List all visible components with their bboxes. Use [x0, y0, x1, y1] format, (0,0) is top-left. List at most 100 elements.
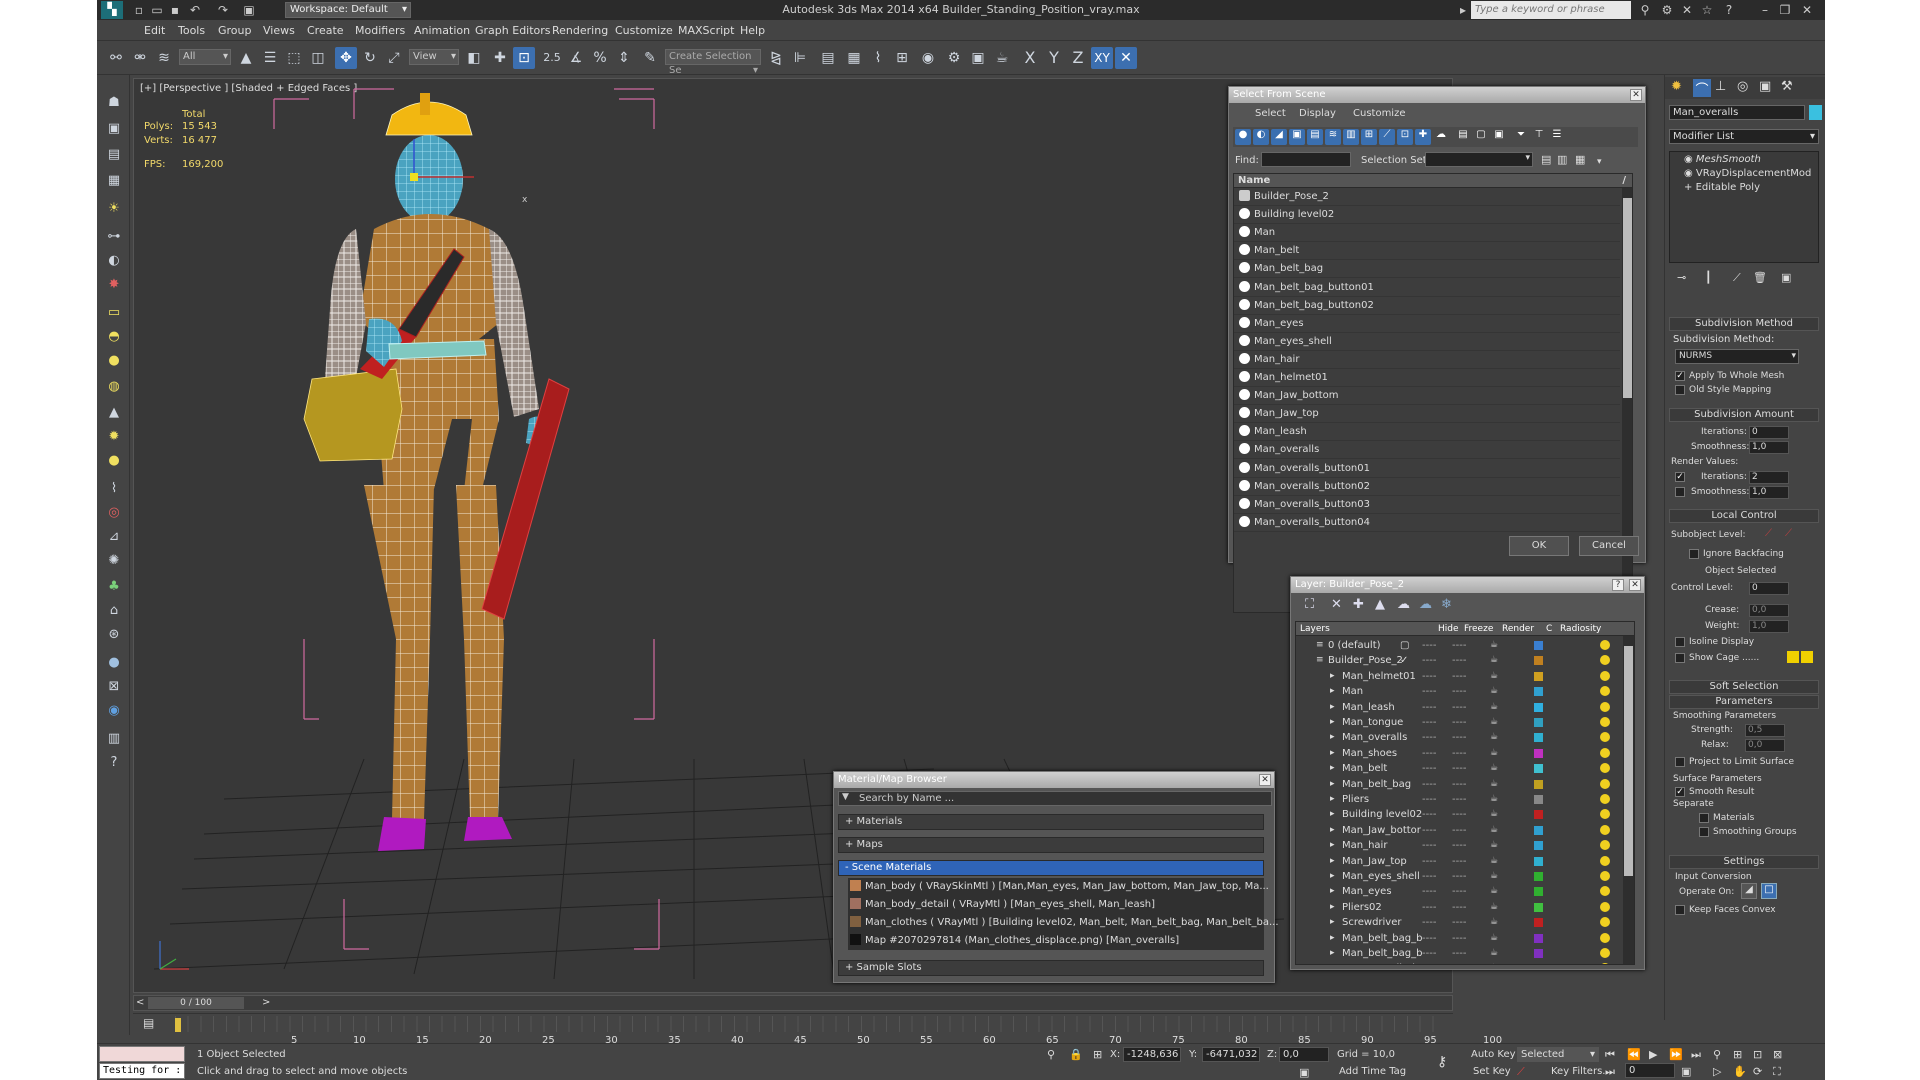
close-icon[interactable]: ✕ — [1259, 774, 1271, 786]
menu-customize[interactable]: Customize — [615, 24, 673, 37]
ok-button[interactable]: OK — [1509, 536, 1569, 556]
key-filter-dropdown[interactable]: Selected ▾ — [1517, 1047, 1599, 1062]
settings-rollout[interactable]: Settings — [1669, 855, 1819, 869]
layer-color-swatch[interactable] — [1534, 656, 1543, 666]
play-icon[interactable]: ▶ — [1649, 1048, 1657, 1061]
select-none-icon[interactable]: ▢ — [1473, 129, 1489, 145]
radiosity-sun-icon[interactable] — [1600, 701, 1610, 712]
layer-color-swatch[interactable] — [1534, 810, 1543, 820]
scene-object-row[interactable]: Builder_Pose_2 — [1234, 188, 1620, 206]
time-tag-icon[interactable]: ▣ — [1299, 1066, 1309, 1079]
layer-row[interactable]: ▸ Man_tongue ---- ---- ☕ — [1304, 715, 1626, 730]
utilities-tab-icon[interactable]: ⚒ — [1781, 79, 1793, 94]
menu-tools[interactable]: Tools — [178, 24, 205, 37]
hide-toggle[interactable]: ---- — [1422, 946, 1436, 961]
filter-spacewarps-icon[interactable]: ≋ — [1325, 129, 1341, 145]
selection-filter-dropdown[interactable]: All ▾ — [179, 49, 231, 65]
render-iterations-spinner[interactable]: 2 — [1749, 471, 1789, 484]
edge-subobject-icon[interactable]: ⟋ — [1785, 528, 1792, 539]
layer-row[interactable]: ▸ Screwdriver ---- ---- ☕ — [1304, 915, 1626, 930]
render-teapot-icon[interactable]: ☕ — [1490, 807, 1498, 822]
bind-spacewarp-icon[interactable]: ≋ — [153, 47, 175, 69]
radiosity-sun-icon[interactable] — [1600, 778, 1610, 789]
freeze-all-icon[interactable]: ❄ — [1441, 597, 1452, 612]
track-bar[interactable]: ▤ 5 10 15 20 25 30 35 40 45 50 55 60 65 … — [133, 1013, 1502, 1046]
cage-color-swatch[interactable] — [1787, 651, 1799, 663]
hide-toggle[interactable]: ---- — [1422, 931, 1436, 946]
layer-color-swatch[interactable] — [1534, 949, 1543, 958]
layer-manager-icon[interactable]: ▤ — [817, 47, 839, 69]
hide-toggle[interactable]: ---- — [1422, 838, 1436, 853]
scene-object-row[interactable]: Man_overalls — [1234, 441, 1620, 460]
axis-y-button[interactable]: Y — [1043, 47, 1065, 69]
render-icon[interactable]: ▣ — [103, 119, 125, 139]
render-teapot-icon[interactable]: ☕ — [1490, 684, 1498, 699]
layer-scrollbar[interactable] — [1623, 636, 1634, 964]
key-icon[interactable]: ⚷ — [1437, 1054, 1447, 1070]
freeze-toggle[interactable]: ---- — [1452, 823, 1466, 838]
layer-color-swatch[interactable] — [1534, 841, 1543, 851]
old-style-mapping-checkbox[interactable] — [1675, 385, 1685, 395]
search-by-name-input[interactable]: Search by Name ... — [838, 791, 1272, 806]
current-layer-box-icon[interactable]: ▢ — [1400, 638, 1409, 653]
weight-spinner[interactable]: 1,0 — [1749, 620, 1789, 633]
hide-toggle[interactable]: ---- — [1422, 730, 1436, 745]
layer-dialog-title[interactable]: Layer: Builder_Pose_2 — [1291, 577, 1644, 593]
goto-end-icon[interactable]: ⏭ — [1691, 1048, 1701, 1062]
display-tab-icon[interactable]: ▣ — [1759, 79, 1771, 94]
radiosity-sun-icon[interactable] — [1600, 747, 1610, 758]
layer-row[interactable]: ▸ Man_belt ---- ---- ☕ — [1304, 761, 1626, 776]
menu-animation[interactable]: Animation — [414, 24, 470, 37]
subdivision-method-dropdown[interactable]: NURMS ▾ — [1675, 349, 1799, 364]
subscription-icon[interactable]: ⚙ — [1659, 2, 1675, 18]
light-bulb-icon[interactable]: ◉ — [1684, 168, 1696, 179]
render-smoothness-checkbox[interactable] — [1675, 487, 1685, 497]
hide-toggle[interactable]: ---- — [1422, 961, 1436, 964]
layer-color-swatch[interactable] — [1534, 718, 1543, 727]
graphite-ribbon-icon[interactable]: ▦ — [843, 47, 865, 69]
render-teapot-icon[interactable]: ☕ — [1490, 915, 1498, 930]
radiosity-sun-icon[interactable] — [1600, 717, 1610, 727]
cone-icon[interactable]: ▲ — [103, 403, 125, 423]
layer-color-swatch[interactable] — [1534, 902, 1543, 912]
operate-on-faces-icon[interactable]: ◢ — [1741, 883, 1757, 899]
freeze-toggle[interactable]: ---- — [1452, 638, 1466, 653]
subdivision-method-rollout[interactable]: Subdivision Method — [1669, 317, 1819, 331]
freeze-toggle[interactable]: ---- — [1452, 900, 1466, 915]
hide-toggle[interactable]: ---- — [1422, 854, 1436, 869]
sphere-icon[interactable]: ● — [103, 351, 125, 371]
key-filters-button[interactable]: Key Filters... — [1551, 1066, 1612, 1077]
current-layer-check-icon[interactable]: ✓ — [1400, 653, 1408, 668]
sfs-menu-select[interactable]: Select — [1255, 108, 1286, 119]
curve-editor-mini-icon[interactable]: ▤ — [143, 1016, 154, 1030]
select-layer-icon[interactable]: ☁ — [1397, 597, 1410, 612]
remove-set-icon[interactable]: ▦ — [1575, 153, 1585, 166]
time-slider[interactable]: < 0 / 100 > — [133, 995, 1453, 1011]
filter-lights-icon[interactable]: ◢ — [1271, 129, 1287, 145]
filter-helpers-icon[interactable]: ▤ — [1307, 129, 1323, 145]
schematic-view-icon[interactable]: ⊞ — [891, 47, 913, 69]
keyboard-shortcut-override-icon[interactable]: ⊡ — [513, 47, 535, 69]
scene-materials-list[interactable]: Man_body ( VRaySkinMtl ) [Man,Man_eyes, … — [848, 878, 1279, 950]
select-invert-icon[interactable]: ▣ — [1491, 129, 1507, 145]
menu-group[interactable]: Group — [218, 24, 252, 37]
filter-containers-icon[interactable]: ⊡ — [1397, 129, 1413, 145]
scene-object-list[interactable]: Name / Builder_Pose_2 Building level02 Man M… — [1233, 173, 1633, 613]
filter-cameras-icon[interactable]: ▣ — [1289, 129, 1305, 145]
systems-icon[interactable]: ⊠ — [103, 677, 125, 697]
nurbs-icon[interactable]: ◎ — [103, 503, 125, 523]
menu-views[interactable]: Views — [263, 24, 295, 37]
scene-object-row[interactable]: Man_Jaw_top — [1234, 405, 1620, 424]
layer-color-swatch[interactable] — [1534, 687, 1543, 697]
add-to-layer-icon[interactable]: ✚ — [1353, 597, 1364, 612]
restore-icon[interactable]: ❐ — [1777, 2, 1793, 18]
render-teapot-icon[interactable]: ☕ — [1490, 746, 1498, 761]
show-end-result-icon[interactable]: ┃ — [1705, 271, 1712, 284]
find-input[interactable] — [1261, 152, 1351, 167]
layer-row[interactable]: ▸ Man_overalls ---- ---- ☕ — [1304, 730, 1626, 745]
menu-help[interactable]: Help — [740, 24, 765, 37]
layer-row[interactable]: ▸ Man_Jaw_bottor ---- ---- ☕ — [1304, 823, 1626, 838]
hide-toggle[interactable]: ---- — [1422, 869, 1436, 884]
layer-row[interactable]: ▸ Man ---- ---- ☕ — [1304, 684, 1626, 699]
scene-object-row[interactable]: Man_helmet01 — [1234, 369, 1620, 387]
